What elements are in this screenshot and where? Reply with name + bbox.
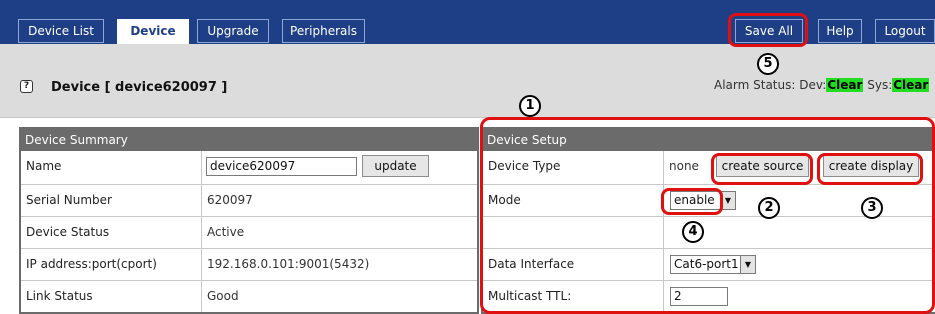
tab-upgrade[interactable]: Upgrade	[197, 19, 269, 43]
annotation-number-2: 2	[758, 197, 780, 219]
ip-address-label: IP address:port(cport)	[26, 257, 157, 271]
tab-device[interactable]: Device	[117, 19, 189, 44]
alarm-status-label: Alarm Status: Dev:	[714, 78, 827, 92]
annotation-number-5: 5	[757, 53, 779, 75]
annotation-box-save-all	[728, 13, 808, 47]
annotation-number-3: 3	[861, 197, 883, 219]
logout-button[interactable]: Logout	[875, 19, 935, 43]
device-status-label: Device Status	[26, 225, 110, 239]
update-button[interactable]: update	[362, 155, 429, 177]
alarm-sys-badge: Clear	[892, 78, 930, 92]
ip-address-value: 192.168.0.101:9001(5432)	[207, 257, 370, 271]
link-status-label: Link Status	[26, 289, 93, 303]
device-status-value: Active	[207, 225, 245, 239]
annotation-box-create-source	[711, 153, 813, 185]
summary-row-ip: IP address:port(cport) 192.168.0.101:900…	[21, 248, 477, 279]
device-summary-panel: Device Summary Name device620097 update …	[19, 127, 479, 314]
annotation-number-4: 4	[682, 221, 704, 243]
summary-row-serial: Serial Number 620097	[21, 184, 477, 215]
name-label: Name	[26, 159, 62, 173]
device-summary-heading: Device Summary	[21, 129, 477, 151]
help-question-icon[interactable]: ?	[20, 80, 33, 93]
alarm-status: Alarm Status: Dev:Clear Sys:Clear	[714, 78, 930, 92]
summary-row-name: Name device620097 update	[21, 151, 477, 182]
tab-peripherals[interactable]: Peripherals	[282, 19, 365, 43]
serial-number-label: Serial Number	[26, 193, 112, 207]
tab-device-list[interactable]: Device List	[18, 19, 104, 43]
help-button[interactable]: Help	[818, 19, 862, 43]
annotation-box-mode	[661, 188, 723, 215]
alarm-dev-badge: Clear	[826, 78, 864, 92]
link-status-value: Good	[207, 289, 239, 303]
summary-row-link: Link Status Good	[21, 280, 477, 311]
device-name-input[interactable]: device620097	[206, 157, 357, 176]
alarm-sys-label: Sys:	[863, 78, 893, 92]
annotation-box-create-display	[817, 153, 923, 185]
page-title: Device [ device620097 ]	[51, 80, 228, 95]
summary-row-status: Device Status Active	[21, 216, 477, 247]
annotation-number-1: 1	[519, 95, 541, 117]
serial-number-value: 620097	[207, 193, 253, 207]
